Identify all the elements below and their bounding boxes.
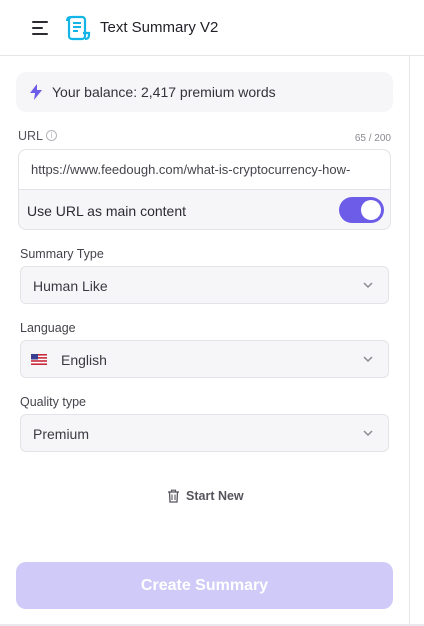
panel-divider [409,56,410,626]
chevron-down-icon [363,282,373,289]
scroll-document-icon [65,15,91,41]
balance-text: Your balance: 2,417 premium words [52,84,276,100]
language-select[interactable]: English [20,340,389,378]
toggle-knob [361,200,381,220]
quality-type-value: Premium [33,426,90,442]
url-label: URL [18,129,44,143]
quality-type-select[interactable]: Premium [20,414,389,452]
language-value: English [61,352,107,368]
create-summary-button[interactable]: Create Summary [16,562,393,609]
url-field-group: https://www.feedough.com/what-is-cryptoc… [18,149,391,230]
summary-type-label: Summary Type [20,247,104,261]
start-new-button[interactable]: Start New [167,487,244,505]
use-url-toggle[interactable] [339,197,384,223]
chevron-down-icon [363,356,373,363]
language-label: Language [20,321,76,335]
trash-icon [168,489,179,503]
chevron-down-icon [363,430,373,437]
app-title: Text Summary V2 [100,19,219,36]
summary-type-value: Human Like [33,278,108,294]
info-icon[interactable]: i [46,130,57,141]
lightning-bolt-icon [30,84,42,100]
use-url-toggle-label: Use URL as main content [27,203,186,219]
url-input[interactable]: https://www.feedough.com/what-is-cryptoc… [19,150,390,190]
summary-type-select[interactable]: Human Like [20,266,389,304]
hamburger-menu-icon[interactable] [32,21,48,35]
balance-banner: Your balance: 2,417 premium words [16,72,393,112]
quality-type-label: Quality type [20,395,87,409]
start-new-label: Start New [186,489,244,503]
us-flag-icon [31,354,47,365]
app-header: Text Summary V2 [0,0,424,56]
url-char-count: 65 / 200 [354,133,391,144]
